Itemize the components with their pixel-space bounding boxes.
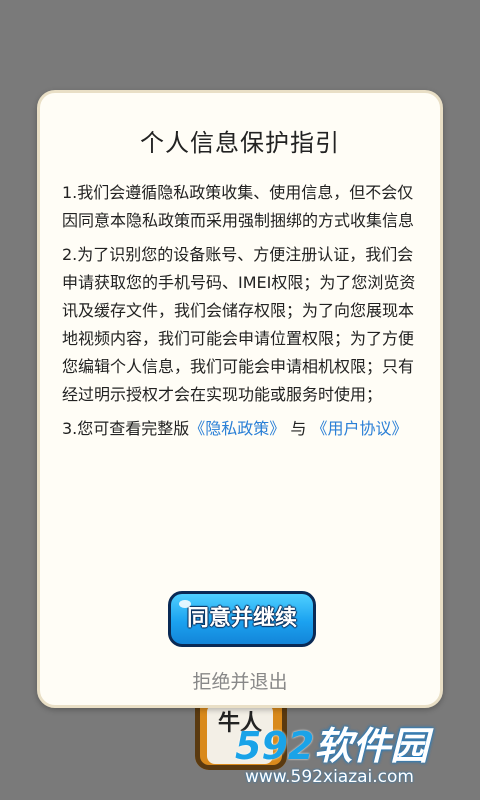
watermark-logo: 592软件园 bbox=[235, 725, 470, 767]
agree-button-label: 同意并继续 bbox=[186, 606, 297, 631]
dialog-title: 个人信息保护指引 bbox=[140, 129, 340, 157]
paragraph-1: 1.我们会遵循隐私政策收集、使用信息，但不会仅因同意本隐私政策而采用强制捆绑的方… bbox=[62, 183, 415, 230]
site-watermark: 592软件园 www.592xiazai.com bbox=[235, 725, 470, 787]
privacy-dialog: 个人信息保护指引 1.我们会遵循隐私政策收集、使用信息，但不会仅因同意本隐私政策… bbox=[37, 90, 443, 708]
watermark-url: www.592xiazai.com bbox=[245, 767, 414, 787]
watermark-logo-text: 软件园 bbox=[314, 724, 429, 768]
paragraph-2: 2.为了识别您的设备账号、方便注册认证，我们会申请获取您的手机号码、IMEI权限… bbox=[62, 245, 416, 404]
paragraph-3: 3.您可查看完整版《隐私政策》 与 《用户协议》 bbox=[62, 415, 422, 443]
dialog-body: 1.我们会遵循隐私政策收集、使用信息，但不会仅因同意本隐私政策而采用强制捆绑的方… bbox=[62, 179, 422, 449]
user-agreement-link[interactable]: 《用户协议》 bbox=[312, 419, 408, 438]
paragraph-3-and: 与 bbox=[290, 419, 307, 438]
button-shine bbox=[179, 600, 191, 608]
paragraph-3-prefix: 3.您可查看完整版 bbox=[62, 419, 190, 438]
agree-continue-button[interactable]: 同意并继续 bbox=[168, 591, 316, 647]
watermark-logo-number: 592 bbox=[235, 724, 315, 768]
reject-exit-button[interactable]: 拒绝并退出 bbox=[40, 667, 440, 694]
privacy-policy-link[interactable]: 《隐私政策》 bbox=[189, 419, 285, 438]
